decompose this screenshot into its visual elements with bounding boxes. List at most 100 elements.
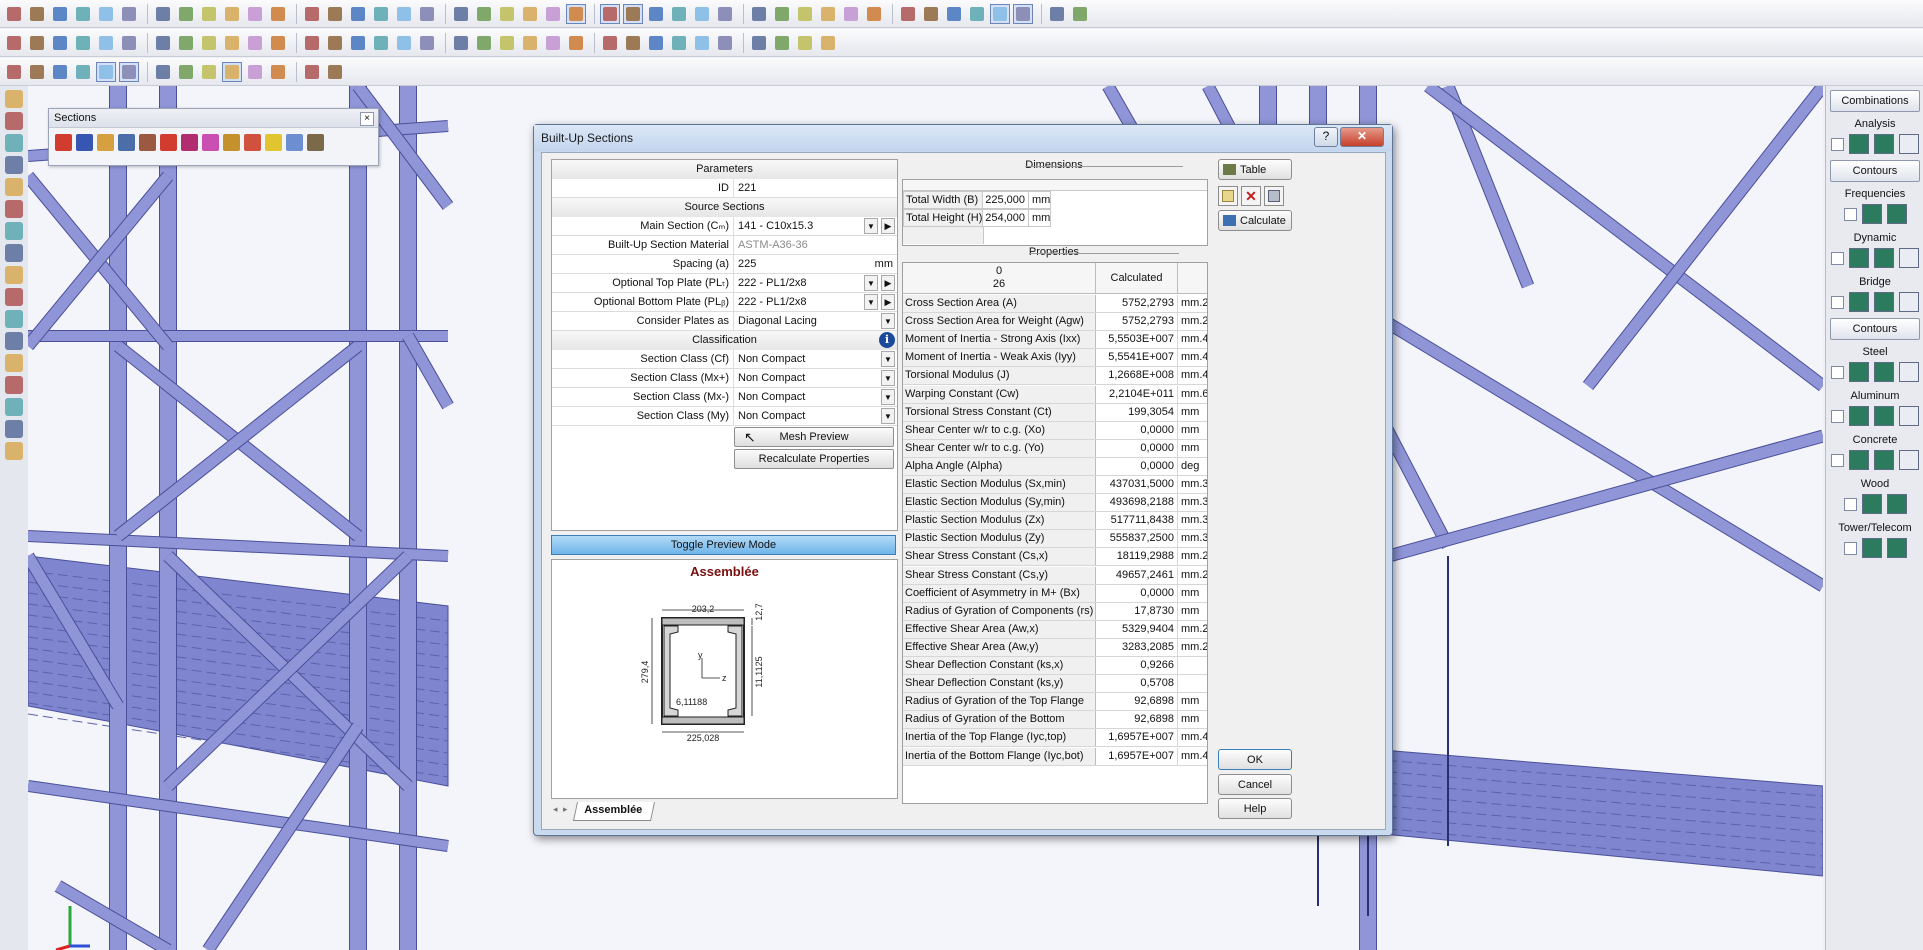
mesh-preview-button[interactable]: Mesh Preview: [734, 427, 894, 447]
tb1-tool-button-12[interactable]: [268, 4, 288, 24]
tb1-tool-button-2[interactable]: [27, 4, 47, 24]
tb3-tool-button-4[interactable]: [73, 62, 93, 82]
panel-tool-icon[interactable]: [1874, 292, 1894, 312]
panel-checkbox[interactable]: [1831, 453, 1844, 467]
tb2-tool-button-12[interactable]: [268, 33, 288, 53]
tb2-tool-button-6[interactable]: [119, 33, 139, 53]
tb1-tool-button-38[interactable]: [921, 4, 941, 24]
go-to-section-icon[interactable]: ▶: [881, 275, 895, 291]
dimension-value[interactable]: 254,000: [983, 209, 1029, 227]
tb3-tool-button-8[interactable]: [176, 62, 196, 82]
tb2-tool-button-28[interactable]: [669, 33, 689, 53]
panel-tool-icon[interactable]: [1899, 362, 1919, 382]
tb1-tool-button-24[interactable]: [566, 3, 586, 24]
tb2-tool-button-15[interactable]: [348, 33, 368, 53]
tb1-tool-button-23[interactable]: [543, 4, 563, 24]
tb3-tool-button-14[interactable]: [325, 62, 345, 82]
tb2-tool-button-14[interactable]: [325, 33, 345, 53]
toggle-preview-mode-button[interactable]: Toggle Preview Mode: [551, 535, 896, 555]
recalculate-properties-button[interactable]: Recalculate Properties: [734, 449, 894, 469]
tb1-tool-button-34[interactable]: [818, 4, 838, 24]
panel-tool-icon[interactable]: [1899, 450, 1919, 470]
panel-tool-icon[interactable]: [1874, 450, 1894, 470]
left-tool-icon[interactable]: [5, 156, 23, 174]
tb2-tool-button-3[interactable]: [50, 33, 70, 53]
panel-tool-icon[interactable]: [1886, 204, 1907, 224]
tb2-tool-button-33[interactable]: [795, 33, 815, 53]
panel-checkbox[interactable]: [1831, 251, 1844, 265]
tb1-tool-button-44[interactable]: [1070, 4, 1090, 24]
tb1-tool-button-5[interactable]: [96, 4, 116, 24]
param-value[interactable]: Non Compact: [733, 407, 897, 425]
tb1-tool-button-41[interactable]: [990, 3, 1010, 24]
tb2-tool-button-21[interactable]: [497, 33, 517, 53]
tb1-tool-button-21[interactable]: [497, 4, 517, 24]
tab-assemblee[interactable]: Assemblée: [572, 802, 656, 821]
tb2-tool-button-29[interactable]: [692, 33, 712, 53]
section-type-icon[interactable]: [307, 134, 324, 151]
section-type-icon[interactable]: [97, 134, 114, 151]
tb1-tool-button-28[interactable]: [669, 4, 689, 24]
tb3-tool-button-3[interactable]: [50, 62, 70, 82]
left-tool-icon[interactable]: [5, 398, 23, 416]
panel-tool-icon[interactable]: [1861, 538, 1882, 558]
tb2-tool-button-23[interactable]: [543, 33, 563, 53]
tb1-tool-button-39[interactable]: [944, 4, 964, 24]
tb2-tool-button-16[interactable]: [371, 33, 391, 53]
tb2-tool-button-32[interactable]: [772, 33, 792, 53]
tb2-tool-button-25[interactable]: [600, 33, 620, 53]
tb2-tool-button-34[interactable]: [818, 33, 838, 53]
tb1-tool-button-43[interactable]: [1047, 4, 1067, 24]
dropdown-arrow-icon[interactable]: ▼: [881, 389, 895, 405]
tb3-tool-button-6[interactable]: [119, 61, 139, 82]
tb1-tool-button-30[interactable]: [715, 4, 735, 24]
left-tool-icon[interactable]: [5, 90, 23, 108]
go-to-section-icon[interactable]: ▶: [881, 218, 895, 234]
tb1-tool-button-18[interactable]: [417, 4, 437, 24]
param-value[interactable]: 225: [733, 255, 897, 273]
tb1-tool-button-9[interactable]: [199, 4, 219, 24]
tb1-tool-button-4[interactable]: [73, 4, 93, 24]
left-tool-icon[interactable]: [5, 266, 23, 284]
tb1-tool-button-22[interactable]: [520, 4, 540, 24]
section-type-icon[interactable]: [160, 134, 177, 151]
left-tool-icon[interactable]: [5, 288, 23, 306]
panel-tool-icon[interactable]: [1899, 406, 1919, 426]
tb1-tool-button-27[interactable]: [646, 4, 666, 24]
left-tool-icon[interactable]: [5, 354, 23, 372]
tb3-tool-button-13[interactable]: [302, 62, 322, 82]
tb1-tool-button-10[interactable]: [222, 4, 242, 24]
tb2-tool-button-13[interactable]: [302, 33, 322, 53]
tb2-tool-button-1[interactable]: [4, 33, 24, 53]
tb1-tool-button-29[interactable]: [692, 4, 712, 24]
panel-button-contours[interactable]: Contours: [1830, 318, 1920, 340]
left-tool-icon[interactable]: [5, 332, 23, 350]
panel-checkbox[interactable]: [1843, 207, 1857, 221]
panel-checkbox[interactable]: [1831, 295, 1844, 309]
param-value[interactable]: 221: [733, 179, 897, 197]
panel-tool-icon[interactable]: [1899, 134, 1919, 154]
tb1-tool-button-8[interactable]: [176, 4, 196, 24]
tb3-tool-button-5[interactable]: [96, 61, 116, 82]
panel-tool-icon[interactable]: [1849, 292, 1869, 312]
panel-checkbox[interactable]: [1843, 497, 1857, 511]
section-type-icon[interactable]: [202, 134, 219, 151]
tb1-tool-button-26[interactable]: [623, 3, 643, 24]
tb1-tool-button-17[interactable]: [394, 4, 414, 24]
tab-scroll-left-icon[interactable]: ◂: [553, 804, 558, 815]
copy-item-button[interactable]: [1264, 186, 1284, 206]
panel-checkbox[interactable]: [1831, 365, 1844, 379]
left-tool-icon[interactable]: [5, 376, 23, 394]
dropdown-arrow-icon[interactable]: ▼: [864, 294, 878, 310]
tb1-tool-button-33[interactable]: [795, 4, 815, 24]
tb2-tool-button-11[interactable]: [245, 33, 265, 53]
panel-checkbox[interactable]: [1843, 541, 1857, 555]
dropdown-arrow-icon[interactable]: ▼: [881, 351, 895, 367]
panel-tool-icon[interactable]: [1849, 134, 1869, 154]
tb2-tool-button-9[interactable]: [199, 33, 219, 53]
section-type-icon[interactable]: [139, 134, 156, 151]
dropdown-arrow-icon[interactable]: ▼: [881, 408, 895, 424]
section-type-icon[interactable]: [265, 134, 282, 151]
tb1-tool-button-31[interactable]: [749, 4, 769, 24]
tb2-tool-button-10[interactable]: [222, 33, 242, 53]
